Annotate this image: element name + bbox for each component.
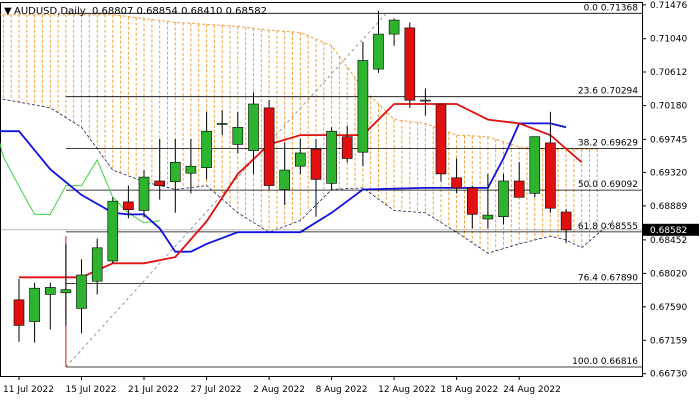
fibo-level-label: 61.8 0.68555 — [578, 222, 638, 232]
candle-body-bear — [404, 27, 416, 101]
chart-header: ▼ AUDUSD,Daily 0.68807 0.68854 0.68410 0… — [4, 6, 267, 17]
x-tick-label: 27 Jul 2022 — [191, 385, 242, 395]
x-tick-label: 2 Aug 2022 — [253, 385, 305, 395]
candle-body-bull — [326, 130, 337, 184]
candle-body-bull — [29, 287, 40, 322]
y-tick-label: 0.67159 — [650, 336, 687, 346]
candle-body-bear — [435, 103, 447, 175]
candle-body-bull — [91, 247, 103, 282]
candle-body-bull — [482, 214, 494, 220]
x-tick-label: 15 Jul 2022 — [66, 385, 117, 395]
y-tick-label: 0.69745 — [650, 135, 687, 145]
candle-body-bull — [248, 103, 259, 151]
current-price-label: 0.68582 — [650, 226, 687, 236]
candle-body-bear — [466, 187, 478, 215]
candle-body-bull — [201, 130, 212, 168]
x-tick-label: 11 Jul 2022 — [3, 385, 54, 395]
candle-body-bull — [107, 200, 119, 262]
y-tick-label: 0.70180 — [650, 102, 687, 112]
y-tick-label: 0.68020 — [650, 269, 687, 279]
candle-body-bear — [13, 299, 25, 326]
candle-body-bull — [529, 136, 541, 194]
candle-body-bull — [76, 274, 87, 309]
candle-body-bull — [138, 176, 150, 211]
candle-body-bull — [373, 33, 384, 70]
y-tick-label: 0.71040 — [650, 35, 687, 45]
candle-body-bear — [545, 142, 556, 209]
y-tick-label: 0.71476 — [650, 1, 687, 11]
candle-body-bear — [310, 148, 322, 180]
x-tick-label: 8 Aug 2022 — [316, 385, 368, 395]
candle-body-bull — [388, 19, 400, 35]
candle-body-bear — [451, 177, 462, 189]
candle-body-bull — [170, 162, 181, 183]
ohlc-values: 0.68807 0.68854 0.68410 0.68582 — [92, 6, 267, 17]
candle-body-bull — [279, 169, 291, 190]
candle-body-bull — [216, 123, 228, 125]
candle-body-bull — [185, 165, 197, 174]
y-tick-label: 0.68452 — [650, 236, 687, 246]
candle-body-bull — [294, 152, 306, 167]
candle-body-bull — [60, 289, 72, 294]
candle-body-bear — [341, 136, 353, 159]
candle-body-bull — [44, 287, 56, 295]
candle-body-bear — [263, 107, 275, 186]
fibo-level-label: 76.4 0.67890 — [578, 274, 638, 284]
candle-body-bull — [498, 180, 509, 218]
fibo-level-label: 50.0 0.69092 — [578, 180, 638, 190]
candle-body-bull — [232, 127, 244, 145]
y-tick-label: 0.69320 — [650, 168, 687, 178]
fibo-level-label: 100.0 0.66816 — [572, 357, 638, 367]
y-tick-label: 0.66730 — [650, 370, 687, 380]
candle-body-bear — [560, 211, 572, 231]
x-tick-label: 21 Jul 2022 — [128, 385, 179, 395]
candle-body-bear — [513, 180, 525, 198]
x-tick-label: 18 Aug 2022 — [441, 385, 499, 395]
triangle-icon: ▼ — [4, 6, 12, 17]
fibo-level-label: 38.2 0.69629 — [578, 138, 638, 148]
x-tick-label: 12 Aug 2022 — [378, 385, 436, 395]
y-tick-label: 0.68889 — [650, 202, 687, 212]
price-chart[interactable]: 0.0 0.71368 23.6 0.70294 38.2 0.69629 50.0 … — [0, 0, 700, 400]
symbol-label: AUDUSD,Daily — [14, 6, 86, 17]
fibo-level-label: 0.0 0.71368 — [584, 3, 639, 13]
fibo-level-label: 23.6 0.70294 — [578, 87, 638, 97]
x-tick-label: 24 Aug 2022 — [503, 385, 561, 395]
y-tick-label: 0.67590 — [650, 303, 687, 313]
candle-body-bear — [154, 180, 165, 186]
candle-body-bull — [420, 99, 431, 102]
y-tick-label: 0.70612 — [650, 68, 687, 78]
candle-body-bear — [123, 201, 134, 210]
candle-body-bull — [357, 60, 369, 153]
